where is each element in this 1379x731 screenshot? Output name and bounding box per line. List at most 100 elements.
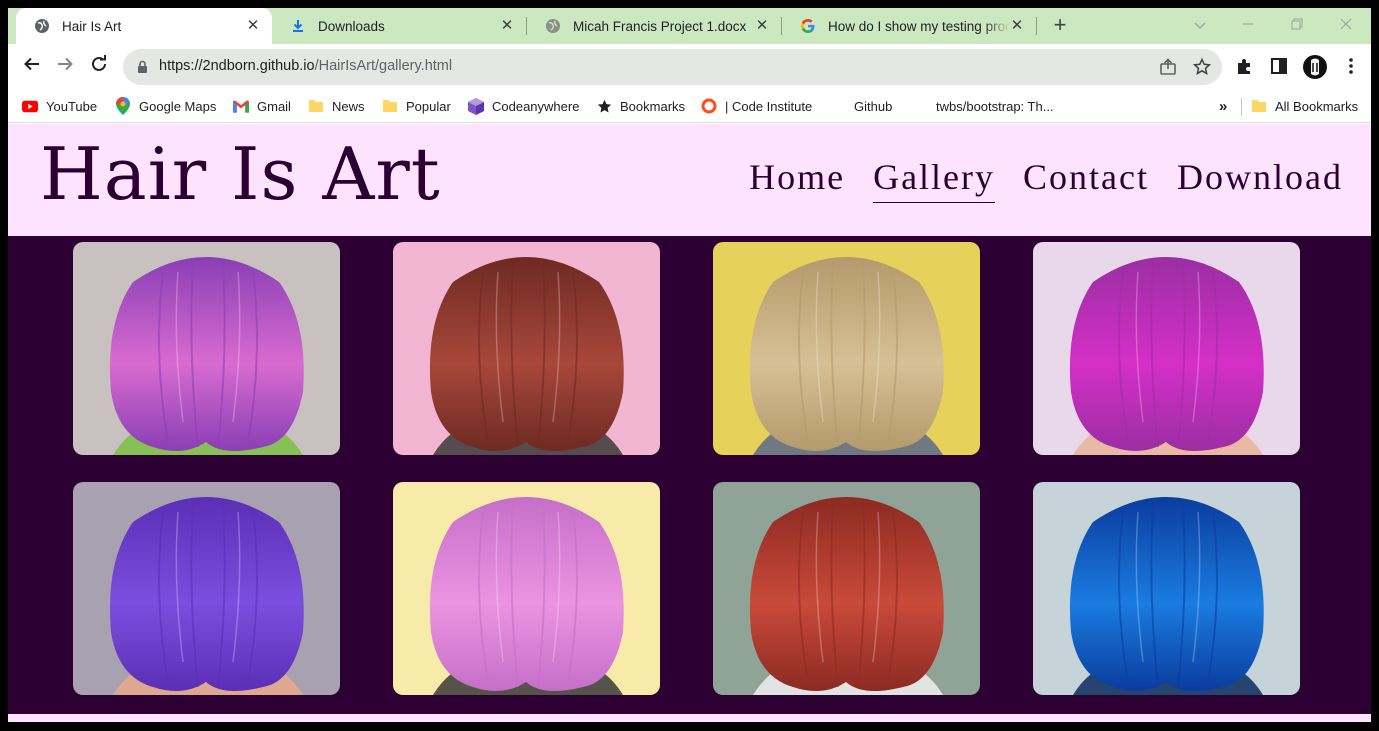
- bookmark-label: Bookmarks: [620, 98, 686, 114]
- forward-arrow-icon[interactable]: [53, 55, 77, 79]
- hair-photo-image: [713, 482, 980, 695]
- tab-hair-is-art[interactable]: Hair Is Art ✕: [16, 8, 272, 44]
- bookmark-folder-news[interactable]: News: [308, 96, 365, 116]
- gallery-photo[interactable]: [1033, 242, 1300, 455]
- url-host: https://2ndborn.github.io: [159, 58, 315, 74]
- site-nav: Home Gallery Contact Download: [721, 156, 1343, 203]
- close-icon[interactable]: ✕: [244, 17, 262, 35]
- gallery-photo[interactable]: [73, 482, 340, 695]
- tab-title: Downloads: [318, 18, 385, 34]
- window-border: [1371, 0, 1379, 731]
- bookmark-bookmarks[interactable]: Bookmarks: [596, 96, 685, 116]
- hair-photo-image: [393, 242, 660, 455]
- nav-home-link[interactable]: Home: [749, 156, 845, 203]
- extensions-puzzle-icon[interactable]: [1235, 56, 1257, 78]
- bookmark-folder-popular[interactable]: Popular: [382, 96, 451, 116]
- all-bookmarks-label: All Bookmarks: [1275, 98, 1359, 114]
- bookmark-label: Gmail: [257, 98, 291, 114]
- globe-icon: [34, 18, 50, 34]
- bookmark-github[interactable]: Github: [854, 96, 892, 116]
- bookmark-code-institute[interactable]: | Code Institute: [701, 96, 812, 116]
- bookmark-label: News: [332, 98, 365, 114]
- bookmark-twbs-bootstrap[interactable]: twbs/bootstrap: Th...: [936, 96, 1054, 116]
- gallery-photo[interactable]: [1033, 482, 1300, 695]
- url-text[interactable]: https://2ndborn.github.io/HairIsArt/gall…: [159, 58, 452, 74]
- bookmark-label: Codeanywhere: [492, 98, 580, 114]
- tab-search-chevron-icon[interactable]: [1188, 14, 1212, 38]
- bookmarks-overflow-button[interactable]: »: [1219, 96, 1227, 116]
- restore-icon[interactable]: [1285, 14, 1309, 38]
- bookmark-label: Popular: [406, 98, 451, 114]
- bookmark-codeanywhere[interactable]: Codeanywhere: [468, 96, 579, 116]
- hair-photo-image: [73, 242, 340, 455]
- bookmark-label: YouTube: [46, 98, 98, 114]
- profile-avatar-icon[interactable]: [1302, 54, 1328, 80]
- google-icon: [800, 18, 816, 34]
- globe-icon: [545, 18, 561, 34]
- all-bookmarks-button[interactable]: All Bookmarks: [1251, 96, 1358, 116]
- address-bar[interactable]: https://2ndborn.github.io/HairIsArt/gall…: [123, 49, 1222, 85]
- maps-pin-icon: [115, 97, 131, 115]
- close-icon[interactable]: ✕: [498, 17, 516, 35]
- folder-icon: [382, 98, 398, 114]
- hair-photo-image: [393, 482, 660, 695]
- bookmark-gmail[interactable]: Gmail: [233, 96, 291, 116]
- bookmark-label: | Code Institute: [725, 98, 813, 114]
- folder-icon: [308, 98, 324, 114]
- nav-gallery-link[interactable]: Gallery: [873, 156, 996, 203]
- star-icon: [596, 98, 612, 114]
- kebab-menu-icon[interactable]: [1341, 56, 1363, 78]
- close-icon[interactable]: ✕: [1008, 17, 1026, 35]
- site-header: Hair Is Art Home Gallery Contact Downloa…: [8, 124, 1371, 236]
- tab-google-search[interactable]: How do I show my testing proce ✕: [782, 8, 1036, 44]
- bookmark-label: Google Maps: [139, 98, 217, 114]
- reload-icon[interactable]: [87, 55, 111, 79]
- hair-photo-image: [73, 482, 340, 695]
- tab-divider: [1036, 17, 1037, 35]
- gallery-photo[interactable]: [393, 482, 660, 695]
- close-window-icon[interactable]: [1334, 14, 1358, 38]
- hair-photo-image: [1033, 482, 1300, 695]
- tab-title: Hair Is Art: [62, 18, 122, 34]
- web-page: Hair Is Art Home Gallery Contact Downloa…: [8, 124, 1371, 722]
- gallery-photo[interactable]: [73, 242, 340, 455]
- ring-icon: [701, 98, 717, 114]
- gallery-photo[interactable]: [713, 242, 980, 455]
- youtube-icon: [22, 98, 38, 114]
- share-icon[interactable]: [1159, 58, 1177, 76]
- tab-title: Micah Francis Project 1.docx: [573, 18, 747, 34]
- gallery-photo[interactable]: [393, 242, 660, 455]
- folder-icon: [1251, 98, 1267, 114]
- bookmark-youtube[interactable]: YouTube: [22, 96, 97, 116]
- minimize-icon[interactable]: [1236, 14, 1260, 38]
- tab-strip: Hair Is Art ✕ Downloads ✕ Micah Francis …: [8, 8, 1371, 44]
- close-icon[interactable]: ✕: [753, 17, 771, 35]
- cube-icon: [468, 97, 484, 115]
- hair-photo-image: [713, 242, 980, 455]
- bookmark-star-icon[interactable]: [1192, 57, 1212, 76]
- gmail-icon: [233, 98, 249, 114]
- back-arrow-icon[interactable]: [20, 55, 44, 79]
- tab-micah-francis-doc[interactable]: Micah Francis Project 1.docx ✕: [527, 8, 781, 44]
- bookmarks-divider: [1241, 98, 1242, 116]
- nav-contact-link[interactable]: Contact: [1023, 156, 1149, 203]
- side-panel-icon[interactable]: [1269, 56, 1291, 78]
- bookmarks-bar: YouTube Google Maps Gmail News Popular C…: [8, 90, 1371, 123]
- bookmark-label: Github: [854, 98, 893, 114]
- browser-window: Hair Is Art ✕ Downloads ✕ Micah Francis …: [0, 0, 1379, 731]
- new-tab-button[interactable]: +: [1048, 14, 1072, 38]
- url-path: /HairIsArt/gallery.html: [314, 58, 453, 74]
- gallery-photo[interactable]: [713, 482, 980, 695]
- bookmark-google-maps[interactable]: Google Maps: [115, 96, 216, 116]
- window-border: [0, 722, 1379, 731]
- hair-photo-image: [1033, 242, 1300, 455]
- browser-toolbar: https://2ndborn.github.io/HairIsArt/gall…: [8, 44, 1371, 90]
- lock-icon[interactable]: [137, 60, 148, 79]
- footer-strip: [8, 714, 1371, 722]
- tab-downloads[interactable]: Downloads ✕: [272, 8, 526, 44]
- download-icon: [290, 18, 306, 34]
- site-logo[interactable]: Hair Is Art: [40, 132, 441, 216]
- nav-download-link[interactable]: Download: [1177, 156, 1343, 203]
- bookmark-label: twbs/bootstrap: Th...: [936, 98, 1054, 114]
- window-border: [0, 0, 8, 731]
